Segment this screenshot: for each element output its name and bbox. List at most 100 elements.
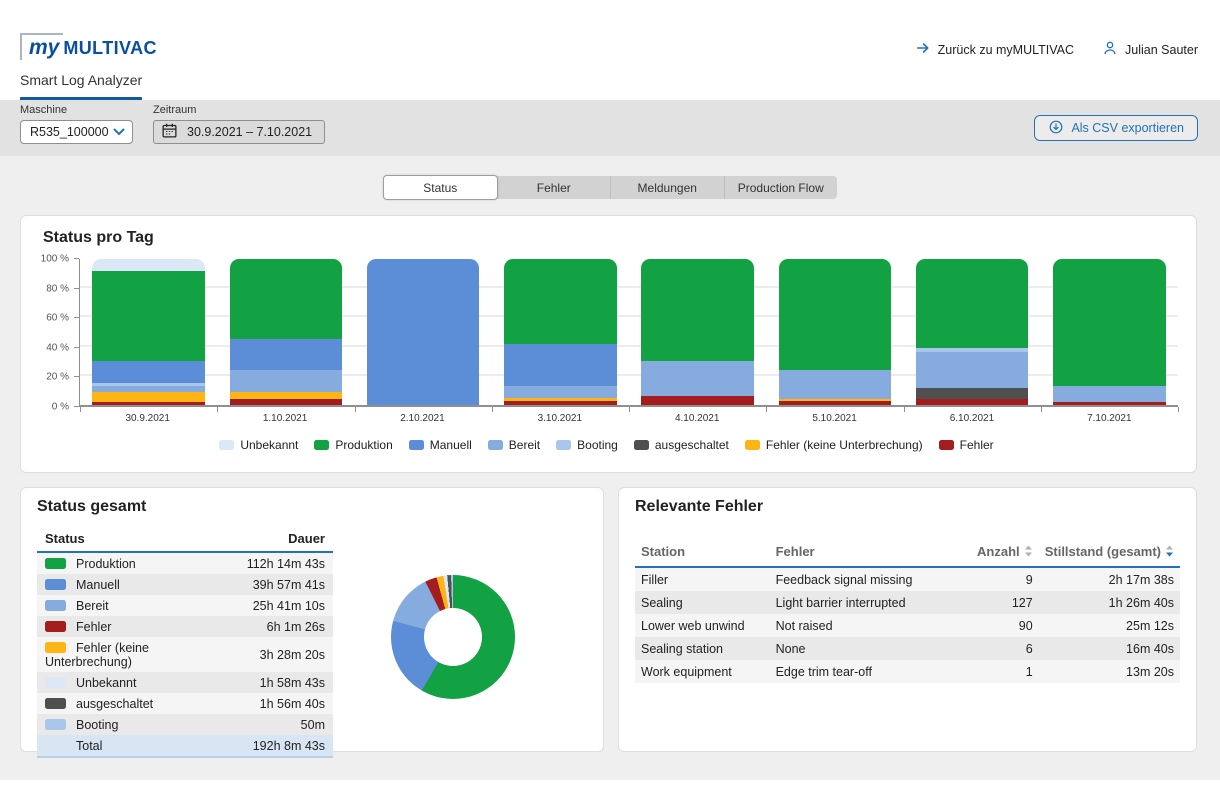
stacked-bar[interactable] [779, 259, 892, 405]
machine-select-value: R535_100000 [30, 125, 109, 139]
legend-swatch [556, 440, 571, 450]
bar-slot [1041, 259, 1178, 405]
chart-title: Status pro Tag [43, 229, 1178, 247]
legend-item: ausgeschaltet [634, 438, 729, 452]
user-name: Julian Sauter [1125, 43, 1198, 57]
total-label-cell: Total [37, 735, 239, 757]
table-row[interactable]: ausgeschaltet1h 56m 40s [37, 693, 333, 714]
legend-item: Manuell [409, 438, 472, 452]
sort-arrows-icon[interactable] [1161, 544, 1174, 559]
stacked-bar-chart: 0 %20 %40 %60 %80 %100 % 30.9.20211.10.2… [35, 259, 1178, 424]
status-cell: Manuell [37, 574, 239, 595]
export-csv-button[interactable]: Als CSV exportieren [1034, 115, 1198, 141]
bar-segment [916, 259, 1029, 348]
table-row[interactable]: Bereit25h 41m 10s [37, 595, 333, 616]
bar-segment [504, 259, 617, 344]
view-tab-meldungen[interactable]: Meldungen [610, 176, 724, 199]
bar-segment [641, 259, 754, 361]
stacked-bar[interactable] [504, 259, 617, 405]
table-row[interactable]: Produktion112h 14m 43s [37, 552, 333, 574]
bar-segment [92, 361, 205, 383]
period-input[interactable]: 30.9.2021 – 7.10.2021 [153, 120, 325, 144]
x-axis-label: 2.10.2021 [354, 413, 491, 424]
station-cell: Sealing station [635, 637, 770, 660]
dauer-cell: 1h 56m 40s [239, 693, 333, 714]
tab-smart-log-analyzer[interactable]: Smart Log Analyzer [20, 72, 142, 101]
dauer-cell: 25h 41m 10s [239, 595, 333, 616]
status-pro-tag-card: Status pro Tag 0 %20 %40 %60 %80 %100 % … [20, 215, 1197, 473]
stacked-bar[interactable] [367, 259, 480, 405]
legend-swatch [634, 440, 649, 450]
legend-label: Unbekannt [240, 438, 298, 452]
machine-select[interactable]: R535_100000 [20, 120, 133, 144]
legend-item: Produktion [314, 438, 392, 452]
view-tab-production-flow[interactable]: Production Flow [724, 176, 838, 199]
table-row[interactable]: Sealing stationNone616m 40s [635, 637, 1180, 660]
dauer-cell: 112h 14m 43s [239, 552, 333, 574]
bar-segment [779, 401, 892, 405]
logo-my: my [20, 33, 63, 60]
status-color-swatch [45, 698, 66, 709]
bar-segment [92, 392, 205, 402]
donut-hole [424, 608, 482, 666]
table-row[interactable]: Unbekannt1h 58m 43s [37, 672, 333, 693]
legend-label: Fehler (keine Unterbrechung) [766, 438, 923, 452]
stillstand-cell: 1h 26m 40s [1039, 591, 1180, 614]
stillstand-cell: 2h 17m 38s [1039, 567, 1180, 591]
x-tick-mark [1041, 407, 1042, 412]
y-axis-tick: 20 % [46, 372, 69, 383]
legend-swatch [314, 440, 329, 450]
legend-label: Produktion [335, 438, 392, 452]
user-menu[interactable]: Julian Sauter [1102, 40, 1198, 59]
bar-segment [230, 370, 343, 392]
table-row[interactable]: SealingLight barrier interrupted1271h 26… [635, 591, 1180, 614]
table-row[interactable]: Manuell39h 57m 41s [37, 574, 333, 595]
x-tick-mark [355, 407, 356, 412]
column-header-stillstand-gesamt-[interactable]: Stillstand (gesamt) [1039, 539, 1180, 567]
view-tab-fehler[interactable]: Fehler [498, 176, 611, 199]
stillstand-cell: 16m 40s [1039, 637, 1180, 660]
person-icon [1102, 40, 1118, 59]
period-field: Zeitraum 30.9.2021 – 7.10.2021 [153, 104, 325, 144]
legend-item: Booting [556, 438, 618, 452]
bar-segment [504, 344, 617, 386]
stacked-bar[interactable] [641, 259, 754, 405]
x-tick-mark [766, 407, 767, 412]
top-header: my MULTIVAC Zurück zu myMULTIVAC Julian … [0, 0, 1220, 100]
table-row[interactable]: Fehler6h 1m 26s [37, 616, 333, 637]
stacked-bar[interactable] [916, 259, 1029, 405]
x-axis-label: 6.10.2021 [903, 413, 1040, 424]
y-axis-tick: 60 % [46, 313, 69, 324]
table-row[interactable]: Booting50m [37, 714, 333, 735]
legend-swatch [745, 440, 760, 450]
page: my MULTIVAC Zurück zu myMULTIVAC Julian … [0, 0, 1220, 800]
legend-swatch [488, 440, 503, 450]
bar-segment [641, 361, 754, 396]
table-row[interactable]: Lower web unwindNot raised9025m 12s [635, 614, 1180, 637]
machine-field: Maschine R535_100000 [20, 104, 133, 144]
table-row[interactable]: Fehler (keine Unterbrechung)3h 28m 20s [37, 637, 333, 672]
total-value-cell: 192h 8m 43s [239, 735, 333, 757]
stacked-bar[interactable] [1053, 259, 1166, 405]
bar-segment [92, 271, 205, 362]
table-row[interactable]: Work equipmentEdge trim tear-off113m 20s [635, 660, 1180, 683]
sort-arrows-icon[interactable] [1020, 544, 1033, 559]
bar-segment [230, 399, 343, 405]
stacked-bar[interactable] [230, 259, 343, 405]
status-color-swatch [45, 621, 66, 632]
chevron-down-icon [113, 125, 125, 139]
view-tab-status[interactable]: Status [383, 175, 498, 200]
column-header-anzahl[interactable]: Anzahl [963, 539, 1038, 567]
table-row[interactable]: FillerFeedback signal missing92h 17m 38s [635, 567, 1180, 591]
header-actions: Zurück zu myMULTIVAC Julian Sauter [915, 40, 1198, 59]
status-color-swatch [45, 579, 66, 590]
back-link-label: Zurück zu myMULTIVAC [938, 43, 1074, 57]
legend-swatch [939, 440, 954, 450]
bar-segment [1053, 386, 1166, 402]
back-to-mymultivac-link[interactable]: Zurück zu myMULTIVAC [915, 40, 1074, 59]
plot-area [79, 259, 1178, 407]
fehler-cell: Feedback signal missing [770, 567, 964, 591]
x-tick-mark [1178, 407, 1179, 412]
stacked-bar[interactable] [92, 259, 205, 405]
stillstand-cell: 13m 20s [1039, 660, 1180, 683]
